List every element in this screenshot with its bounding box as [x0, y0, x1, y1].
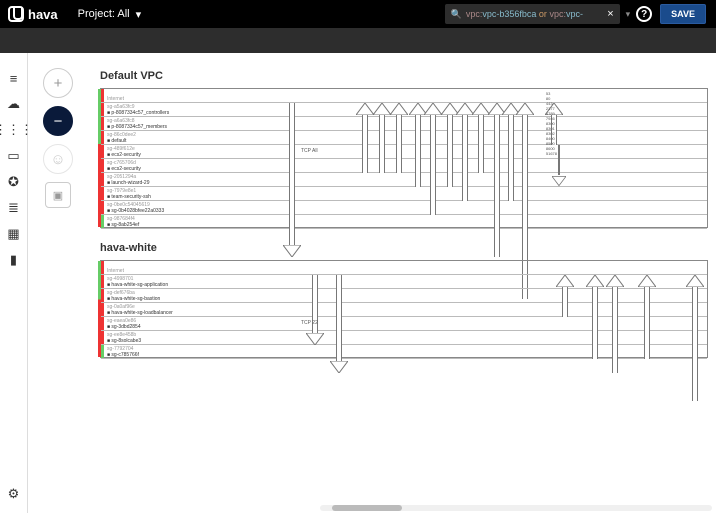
scrollbar-thumb[interactable] — [332, 505, 402, 511]
status-mark — [101, 289, 104, 302]
top-bar: hava Project: All ▾ 🔍 vpc:vpc-b356fbca o… — [0, 0, 716, 28]
sg-label: Internet — [107, 268, 124, 274]
sg-label: sg-0be0c54045619■ sg-0b4028bfee22a0333 — [107, 202, 164, 214]
sg-label: sg-eaea0e86■ sg-3dbd2854 — [107, 318, 141, 330]
search-icon: 🔍 — [451, 9, 462, 20]
sg-row[interactable]: sg-489f612e■ ecs2-security — [101, 145, 707, 159]
sg-row[interactable]: sg-c765706d■ ecs2-security — [101, 159, 707, 173]
status-mark — [101, 317, 104, 330]
search-input[interactable]: 🔍 vpc:vpc-b356fbca or vpc:vpc- × — [445, 4, 620, 24]
sg-row[interactable]: sg-4998701■ hava-white-sg-application — [101, 275, 707, 289]
sg-label: sg-4998701■ hava-white-sg-application — [107, 276, 168, 288]
sg-label: sg-7979e8e1■ team-security-ssh — [107, 188, 151, 200]
status-mark — [101, 173, 104, 186]
sg-row[interactable]: Internet — [101, 261, 707, 275]
sg-label: sg-86c0dee2■ default — [107, 132, 136, 144]
grid-icon[interactable]: ▦ — [7, 227, 21, 241]
status-mark — [101, 303, 104, 316]
left-nav: ≡ ☁ ⋮⋮⋮ ▭ ✪ ≣ ▦ ▮ ⚙ — [0, 53, 28, 513]
panel-title: hava-white — [100, 242, 708, 254]
status-mark — [101, 331, 104, 344]
sg-row[interactable]: sg-7792704■ sg-c785766f — [101, 345, 707, 359]
port-list: 5380443237747897946830083018302840085008… — [546, 91, 557, 156]
diagram-panel: Default VPC Internet sg-a5a63fc9■ p-808733… — [100, 70, 708, 228]
zoom-in-button[interactable]: + — [43, 68, 73, 98]
status-mark — [101, 131, 104, 144]
apps-icon[interactable]: ⋮⋮⋮ — [7, 123, 21, 137]
status-mark — [101, 89, 104, 102]
project-selector[interactable]: Project: All ▾ — [78, 8, 142, 21]
sg-row[interactable]: Internet — [101, 89, 707, 103]
status-mark — [101, 159, 104, 172]
sg-label: sg-a6a63fc8■ p-8087334c57_members — [107, 118, 167, 130]
settings-icon[interactable]: ⚙ — [7, 487, 21, 501]
main-canvas[interactable]: Default VPC Internet sg-a5a63fc9■ p-808733… — [80, 60, 716, 505]
laptop-icon[interactable]: ▭ — [7, 149, 21, 163]
shield-icon[interactable]: ✪ — [7, 175, 21, 189]
help-button[interactable]: ? — [636, 6, 652, 22]
sg-label: sg-c765706d■ ecs2-security — [107, 160, 141, 172]
status-mark — [101, 215, 104, 228]
sg-row[interactable]: sg-0a0af96e■ hava-white-sg-loadbalancer — [101, 303, 707, 317]
status-mark — [101, 345, 104, 358]
list-icon[interactable]: ≣ — [7, 201, 21, 215]
status-mark — [101, 117, 104, 130]
sg-row[interactable]: sg-2051294a■ launch-wizard-29 — [101, 173, 707, 187]
sg-label: sg-489f612e■ ecs2-security — [107, 146, 141, 158]
sg-row[interactable]: sg-eaea0e86■ sg-3dbd2854 — [101, 317, 707, 331]
logo[interactable]: hava — [8, 6, 58, 22]
status-mark — [101, 201, 104, 214]
sg-label: sg-2051294a■ launch-wizard-29 — [107, 174, 149, 186]
panel-title: Default VPC — [100, 70, 708, 82]
proto-label: TCP All — [301, 149, 318, 154]
sg-row[interactable]: sg-0be0c54045619■ sg-0b4028bfee22a0333 — [101, 201, 707, 215]
sg-row[interactable]: sg-7979e8e1■ team-security-ssh — [101, 187, 707, 201]
sg-label: Internet — [107, 96, 124, 102]
stop-button[interactable]: ▣ — [45, 182, 71, 208]
search-dropdown-icon[interactable]: ▾ — [626, 9, 631, 20]
menu-icon[interactable]: ≡ — [7, 71, 21, 85]
save-button[interactable]: SAVE — [660, 4, 706, 24]
sg-row[interactable]: sg-a6a63fc8■ p-8087334c57_members — [101, 117, 707, 131]
horizontal-scrollbar[interactable] — [320, 505, 712, 511]
sg-label: sg-987684f4■ sg-8ab254ef — [107, 216, 139, 228]
cloud-icon[interactable]: ☁ — [7, 97, 21, 111]
sg-row[interactable]: sg-def676ba■ hava-white-sg-bastion — [101, 289, 707, 303]
sg-label: sg-def676ba■ hava-white-sg-bastion — [107, 290, 160, 302]
chart-icon[interactable]: ▮ — [7, 253, 21, 267]
zoom-out-button[interactable]: − — [43, 106, 73, 136]
sg-label: sg-0a0af96e■ hava-white-sg-loadbalancer — [107, 304, 173, 316]
status-mark — [101, 261, 104, 274]
sg-label: sg-a5a63fc9■ p-8087334c57_controllers — [107, 104, 169, 116]
chat-button[interactable]: ☺ — [43, 144, 73, 174]
sg-row[interactable]: sg-a5a63fc9■ p-8087334c57_controllers — [101, 103, 707, 117]
sg-label: sg-ee8e458b■ sg-8solcabe3 — [107, 332, 141, 344]
status-mark — [101, 187, 104, 200]
diagram[interactable]: Internet sg-a5a63fc9■ p-8087334c57_contro… — [100, 88, 708, 228]
sg-row[interactable]: sg-86c0dee2■ default — [101, 131, 707, 145]
tool-column: + − ☺ ▣ — [40, 68, 76, 208]
status-mark — [101, 103, 104, 116]
project-label: Project: All — [78, 8, 130, 20]
logo-text: hava — [28, 7, 58, 22]
sg-row[interactable]: sg-ee8e458b■ sg-8solcabe3 — [101, 331, 707, 345]
diagram[interactable]: Internet sg-4998701■ hava-white-sg-applic… — [100, 260, 708, 358]
status-mark — [101, 275, 104, 288]
logo-icon — [8, 6, 24, 22]
sg-row[interactable]: sg-987684f4■ sg-8ab254ef — [101, 215, 707, 229]
search-query: vpc:vpc-b356fbca or vpc:vpc- — [466, 9, 603, 19]
chevron-down-icon: ▾ — [136, 8, 142, 21]
status-mark — [101, 145, 104, 158]
clear-search-icon[interactable]: × — [607, 8, 613, 20]
sg-label: sg-7792704■ sg-c785766f — [107, 346, 139, 358]
proto-label: TCP 22 — [301, 321, 318, 326]
diagram-panel: hava-white Internet sg-4998701■ hava-white… — [100, 242, 708, 358]
sub-bar — [0, 28, 716, 53]
